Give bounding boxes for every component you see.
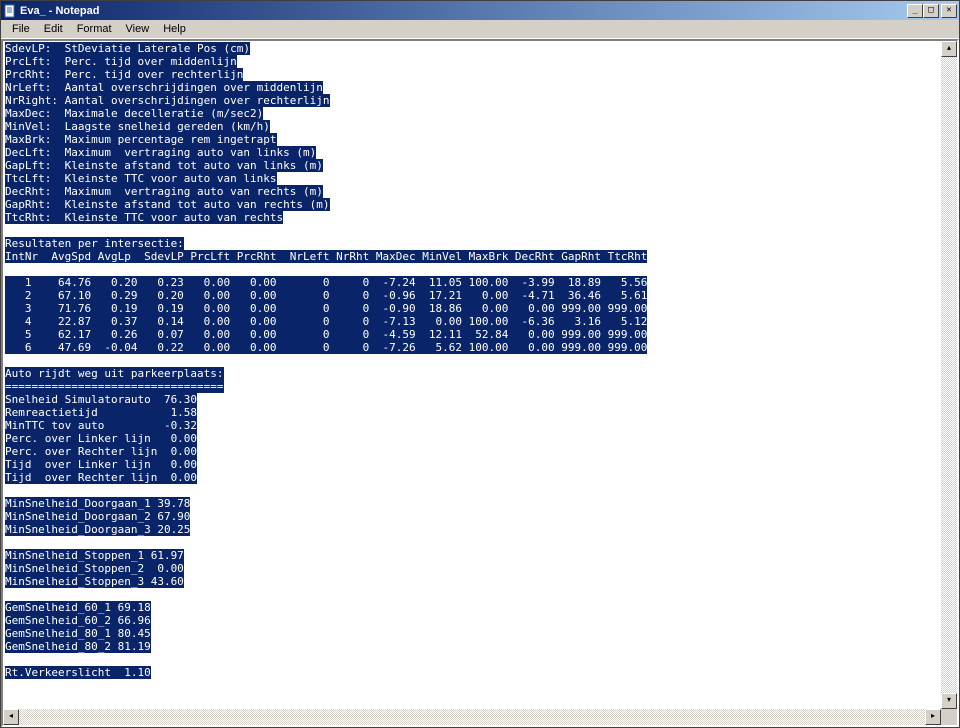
menu-format[interactable]: Format	[70, 21, 119, 37]
scroll-left-button[interactable]: ◂	[3, 709, 19, 725]
scroll-right-button[interactable]: ▸	[925, 709, 941, 725]
menu-file[interactable]: File	[5, 21, 37, 37]
scroll-down-button[interactable]: ▾	[941, 693, 957, 709]
text-editor[interactable]: SdevLP: StDeviatie Laterale Pos (cm) Prc…	[3, 41, 941, 709]
scroll-track-horizontal[interactable]	[19, 709, 925, 725]
titlebar[interactable]: Eva_ - Notepad _ □ ✕	[1, 1, 959, 20]
client-area: SdevLP: StDeviatie Laterale Pos (cm) Prc…	[1, 39, 959, 727]
menu-edit[interactable]: Edit	[37, 21, 70, 37]
minimize-button[interactable]: _	[907, 4, 923, 18]
menu-view[interactable]: View	[119, 21, 157, 37]
menubar: File Edit Format View Help	[1, 20, 959, 39]
close-button[interactable]: ✕	[941, 4, 957, 18]
app-icon	[3, 4, 17, 18]
window-title: Eva_ - Notepad	[20, 5, 907, 17]
menu-help[interactable]: Help	[156, 21, 193, 37]
scroll-up-button[interactable]: ▴	[941, 41, 957, 57]
notepad-window: Eva_ - Notepad _ □ ✕ File Edit Format Vi…	[0, 0, 960, 728]
scroll-track-vertical[interactable]	[941, 57, 957, 693]
window-controls: _ □ ✕	[907, 4, 957, 18]
scrollbar-corner	[941, 709, 957, 725]
maximize-button[interactable]: □	[923, 4, 939, 18]
vertical-scrollbar[interactable]: ▴ ▾	[941, 41, 957, 709]
horizontal-scrollbar[interactable]: ◂ ▸	[3, 709, 941, 725]
